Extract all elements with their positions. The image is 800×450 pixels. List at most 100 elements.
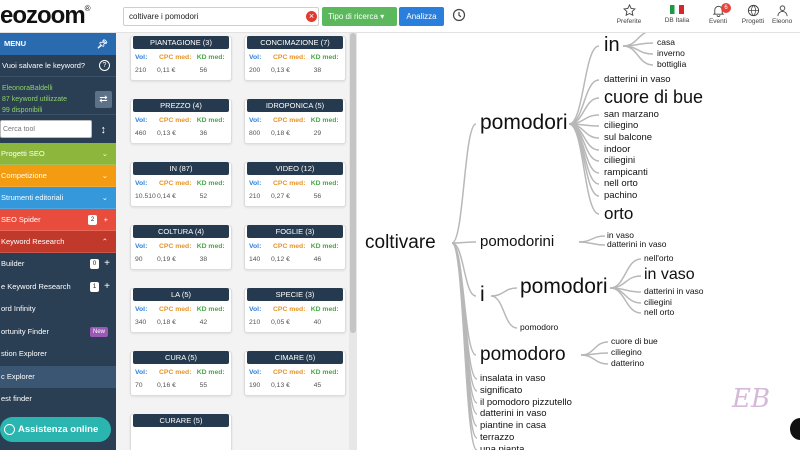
tree-leaf[interactable]: ciliegini <box>644 298 672 307</box>
cluster-title[interactable]: PIANTAGIONE (3) <box>133 36 229 49</box>
tree-leaf[interactable]: una pianta <box>480 445 524 450</box>
tree-leaf[interactable]: in vaso <box>644 267 695 283</box>
section-competition[interactable]: Competizione ⌄ <box>0 165 116 187</box>
cluster-title[interactable]: FOGLIE (3) <box>247 225 343 238</box>
cluster-title[interactable]: COLTURA (4) <box>133 225 229 238</box>
tree-leaf[interactable]: serra <box>657 33 676 35</box>
sidebar-item-builder[interactable]: Builder 0 + <box>0 253 116 276</box>
tree-leaf[interactable]: casa <box>657 38 675 47</box>
pin-icon[interactable]: 📌︎ <box>97 33 108 55</box>
cluster-card[interactable]: VIDEO (12) Vol: CPC med: KD med: 210 0,27 €56 <box>244 162 346 207</box>
tree-leaf[interactable]: piantine in casa <box>480 421 546 431</box>
sidebar-item-keyword-infinity[interactable]: ord Infinity <box>0 298 116 321</box>
cluster-card[interactable]: CURARE (5) <box>130 414 232 450</box>
tree-leaf[interactable]: orto <box>604 205 633 222</box>
tree-leaf[interactable]: cuore di bue <box>604 88 703 106</box>
cluster-title[interactable]: SPECIE (3) <box>247 288 343 301</box>
tree-leaf[interactable]: datterini in vaso <box>607 240 667 249</box>
tree-leaf[interactable]: indoor <box>604 145 630 155</box>
sidebar-item-question-explorer[interactable]: stion Explorer <box>0 343 116 366</box>
tree-node-i[interactable]: i <box>480 284 485 305</box>
tree-leaf[interactable]: rampicanti <box>604 168 648 178</box>
expand-icon[interactable]: ↕ <box>101 124 107 136</box>
cluster-card[interactable]: IDROPONICA (5) Vol: CPC med: KD med: 800 0,18… <box>244 99 346 144</box>
tree-leaf[interactable]: cuore di bue <box>611 337 658 346</box>
tree-leaf[interactable]: datterini in vaso <box>604 75 671 85</box>
analyze-button[interactable]: Analizza <box>399 7 444 26</box>
count-badge: 2 <box>88 215 97 225</box>
cluster-title[interactable]: CIMARE (5) <box>247 351 343 364</box>
cluster-title[interactable]: CURARE (5) <box>133 414 229 427</box>
tree-leaf[interactable]: bottiglia <box>657 60 686 69</box>
tree-node-pomodori[interactable]: pomodori <box>480 112 568 133</box>
cluster-card[interactable]: PREZZO (4) Vol: CPC med: KD med: 460 0,13 €36 <box>130 99 232 144</box>
sidebar-item-suggest-finder[interactable]: est finder <box>0 388 116 411</box>
cluster-title[interactable]: PREZZO (4) <box>133 99 229 112</box>
tree-leaf[interactable]: ciliegino <box>604 121 638 131</box>
help-icon[interactable]: ? <box>99 60 110 71</box>
section-keyword-research[interactable]: Keyword Research ⌃ <box>0 231 116 253</box>
cluster-card[interactable]: SPECIE (3) Vol: CPC med: KD med: 210 0,05 €40 <box>244 288 346 333</box>
tree-leaf[interactable]: sul balcone <box>604 133 652 143</box>
plus-icon[interactable]: + <box>104 253 110 276</box>
tree-leaf[interactable]: datterino <box>611 359 644 368</box>
tree-node-pomodorini[interactable]: pomodorini <box>480 234 554 249</box>
section-seo-spider[interactable]: SEO Spider 2 + <box>0 209 116 231</box>
cluster-card[interactable]: FOGLIE (3) Vol: CPC med: KD med: 140 0,12 €46 <box>244 225 346 270</box>
tool-search-input[interactable] <box>0 120 92 138</box>
tree-leaf[interactable]: nell orto <box>604 179 638 189</box>
cluster-card[interactable]: CIMARE (5) Vol: CPC med: KD med: 190 0,13 €45 <box>244 351 346 396</box>
account-button[interactable]: Eleono <box>772 4 800 25</box>
logo[interactable]: eozoom® <box>0 2 91 30</box>
cluster-title[interactable]: CONCIMAZIONE (7) <box>247 36 343 49</box>
tree-leaf[interactable]: san marzano <box>604 110 659 120</box>
cluster-title[interactable]: VIDEO (12) <box>247 162 343 175</box>
keyword-search-input[interactable] <box>123 7 319 26</box>
events-button[interactable]: 6 Eventi <box>700 3 736 25</box>
tree-leaf[interactable]: nell'orto <box>644 254 674 263</box>
cluster-card[interactable]: CURA (5) Vol: CPC med: KD med: 70 0,16 €55 <box>130 351 232 396</box>
section-seo-projects[interactable]: Progetti SEO ⌄ <box>0 143 116 165</box>
tree-leaf[interactable]: ciliegini <box>604 156 635 166</box>
tree-leaf[interactable]: inverno <box>657 49 685 58</box>
tree-leaf[interactable]: pachino <box>604 191 637 201</box>
plus-icon[interactable]: + <box>104 276 110 299</box>
tree-leaf[interactable]: terrazzo <box>480 433 514 443</box>
projects-button[interactable]: Progetti <box>735 4 771 25</box>
tree-root[interactable]: coltivare <box>365 233 436 252</box>
cluster-title[interactable]: LA (5) <box>133 288 229 301</box>
chevron-down-icon: ⌄ <box>101 171 108 180</box>
tree-node-i-pomodori[interactable]: pomodori <box>520 276 608 297</box>
tree-leaf[interactable]: pomodoro <box>520 323 558 332</box>
search-type-dropdown[interactable]: Tipo di ricerca ▾ <box>322 7 397 26</box>
tree-leaf[interactable]: nell orto <box>644 308 674 317</box>
online-assistance-button[interactable]: Assistenza online <box>0 417 111 442</box>
sidebar-item-keyword-research[interactable]: e Keyword Research 1 + <box>0 276 116 299</box>
cluster-card[interactable]: IN (87) Vol: CPC med: KD med: 10.510 0,14 €52 <box>130 162 232 207</box>
cluster-card[interactable]: COLTURA (4) Vol: CPC med: KD med: 90 0,19 €38 <box>130 225 232 270</box>
cluster-card[interactable]: PIANTAGIONE (3) Vol: CPC med: KD med: 210 0,1… <box>130 36 232 81</box>
cluster-card[interactable]: LA (5) Vol: CPC med: KD med: 340 0,18 €42 <box>130 288 232 333</box>
sidebar-item-opportunity-finder[interactable]: ortunity Finder New <box>0 321 116 344</box>
swap-icon[interactable]: ⇄ <box>95 91 112 108</box>
cluster-card[interactable]: CONCIMAZIONE (7) Vol: CPC med: KD med: 200 0,… <box>244 36 346 81</box>
tree-node-in[interactable]: in <box>604 35 620 55</box>
tree-leaf[interactable]: datterini in vaso <box>480 409 547 419</box>
favorites-button[interactable]: Preferite <box>611 4 647 25</box>
tree-leaf[interactable]: insalata in vaso <box>480 374 545 384</box>
plus-icon[interactable]: + <box>104 209 108 231</box>
clear-search-icon[interactable]: × <box>306 11 317 22</box>
sidebar-item-topic-explorer[interactable]: c Explorer <box>0 365 116 388</box>
cluster-title[interactable]: IN (87) <box>133 162 229 175</box>
section-editorial-tools[interactable]: Strumenti editoriali ⌄ <box>0 187 116 209</box>
tree-leaf[interactable]: significato <box>480 386 522 396</box>
tree-leaf[interactable]: ciliegino <box>611 348 642 357</box>
tree-leaf[interactable]: il pomodoro pizzutello <box>480 398 572 408</box>
tree-leaf[interactable]: datterini in vaso <box>644 287 704 296</box>
tree-node-pomodoro[interactable]: pomodoro <box>480 345 566 364</box>
database-selector[interactable]: DB Italia <box>657 4 697 24</box>
cluster-title[interactable]: IDROPONICA (5) <box>247 99 343 112</box>
cluster-title[interactable]: CURA (5) <box>133 351 229 364</box>
history-icon[interactable] <box>452 8 466 22</box>
scrollbar[interactable] <box>349 33 357 450</box>
